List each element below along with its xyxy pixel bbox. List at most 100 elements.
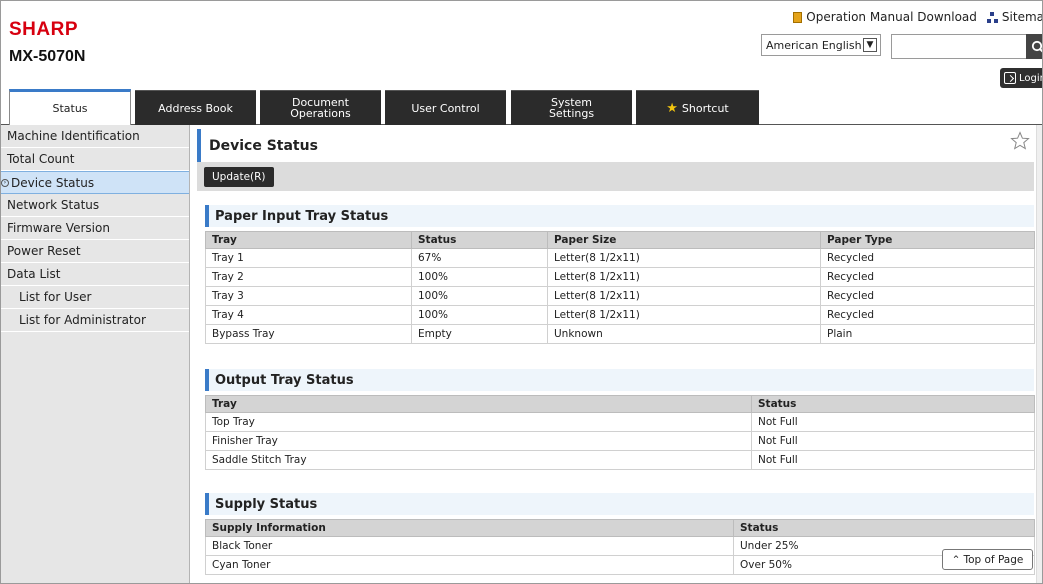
table-row: Bypass Tray Empty Unknown Plain — [205, 324, 1035, 344]
sidebar-item-firmware-version[interactable]: Firmware Version — [1, 217, 189, 240]
table-cell: 100% — [411, 305, 548, 325]
tab-document-operations-label: Document Operations — [290, 96, 351, 120]
table-row: Top Tray Not Full — [205, 412, 1035, 432]
sitemap-icon — [986, 11, 998, 23]
table-header-row: Tray Status Paper Size Paper Type — [205, 231, 1035, 249]
table-cell: Letter(8 1/2x11) — [547, 248, 821, 268]
table-cell: Tray 1 — [205, 248, 412, 268]
table-cell: Recycled — [820, 305, 1035, 325]
paper-input-table: Tray Status Paper Size Paper Type Tray 1… — [205, 231, 1035, 344]
table-cell: 100% — [411, 286, 548, 306]
table-cell: Letter(8 1/2x11) — [547, 305, 821, 325]
favorite-star-icon[interactable] — [1010, 131, 1030, 151]
page-title-bar: Device Status — [197, 129, 1034, 163]
column-header: Status — [733, 519, 1035, 537]
supply-section: Supply Status Supply Information Status … — [205, 493, 1035, 575]
manual-book-icon — [793, 11, 803, 23]
table-header-row: Supply Information Status — [205, 519, 1035, 537]
search-button[interactable] — [1026, 34, 1042, 59]
table-row: Tray 3 100% Letter(8 1/2x11) Recycled — [205, 286, 1035, 306]
table-cell: Empty — [411, 324, 548, 344]
tab-document-operations[interactable]: Document Operations — [260, 90, 381, 125]
table-cell: Tray 4 — [205, 305, 412, 325]
sidebar-item-total-count[interactable]: Total Count — [1, 148, 189, 171]
table-cell: Saddle Stitch Tray — [205, 450, 752, 470]
manual-download-link[interactable]: Operation Manual Download — [793, 10, 977, 24]
sitemap-link[interactable]: Sitema — [986, 10, 1043, 24]
sidebar-item-list-for-user[interactable]: List for User — [1, 286, 189, 309]
sitemap-label: Sitema — [1001, 10, 1043, 24]
page-title: Device Status — [209, 138, 318, 154]
table-cell: Not Full — [751, 412, 1035, 432]
table-cell: 67% — [411, 248, 548, 268]
chevron-down-icon[interactable]: ▼ — [863, 38, 877, 52]
paper-input-section: Paper Input Tray Status Tray Status Pape… — [205, 205, 1035, 344]
output-tray-section: Output Tray Status Tray Status Top Tray … — [205, 369, 1035, 470]
language-select[interactable]: American English ▼ — [761, 34, 881, 56]
table-cell: Cyan Toner — [205, 555, 734, 575]
tab-user-control-label: User Control — [411, 101, 480, 115]
main-tabs: Status Address Book Document Operations … — [1, 89, 1042, 125]
sidebar-item-label: Total Count — [7, 152, 75, 166]
chevron-right-icon: › — [1, 178, 9, 187]
login-icon — [1004, 72, 1016, 84]
top-of-page-label: Top of Page — [963, 553, 1024, 566]
search-input[interactable] — [891, 34, 1027, 59]
action-toolbar: Update(R) — [197, 162, 1034, 191]
table-cell: Recycled — [820, 286, 1035, 306]
sidebar-item-machine-identification[interactable]: Machine Identification — [1, 125, 189, 148]
table-row: Finisher Tray Not Full — [205, 431, 1035, 451]
vertical-scrollbar[interactable] — [1036, 125, 1042, 583]
table-cell: Letter(8 1/2x11) — [547, 267, 821, 287]
tab-user-control[interactable]: User Control — [385, 90, 506, 125]
login-button[interactable]: Login — [1000, 68, 1042, 88]
top-of-page-button[interactable]: ⌃ Top of Page — [942, 549, 1033, 570]
column-header: Status — [411, 231, 548, 249]
sidebar-item-power-reset[interactable]: Power Reset — [1, 240, 189, 263]
column-header: Paper Size — [547, 231, 821, 249]
table-row: Tray 2 100% Letter(8 1/2x11) Recycled — [205, 267, 1035, 287]
sidebar-item-data-list[interactable]: Data List — [1, 263, 189, 286]
table-header-row: Tray Status — [205, 395, 1035, 413]
sidebar-item-label: Data List — [7, 267, 61, 281]
table-cell: Recycled — [820, 267, 1035, 287]
table-cell: 100% — [411, 267, 548, 287]
section-title: Supply Status — [205, 493, 1034, 515]
brand-logo: SHARP — [9, 19, 79, 40]
sidebar-item-list-for-administrator[interactable]: List for Administrator — [1, 309, 189, 332]
sidebar-item-label: Power Reset — [7, 244, 81, 258]
tab-shortcut-label: Shortcut — [681, 101, 729, 115]
sidebar-item-label: List for User — [19, 290, 92, 304]
tab-system-settings[interactable]: System Settings — [511, 90, 632, 125]
table-row: Black Toner Under 25% — [205, 536, 1035, 556]
supply-table: Supply Information Status Black Toner Un… — [205, 519, 1035, 575]
table-cell: Black Toner — [205, 536, 734, 556]
column-header: Tray — [205, 395, 752, 413]
sidebar-item-network-status[interactable]: Network Status — [1, 194, 189, 217]
sidebar-item-label: Device Status — [11, 175, 95, 190]
table-cell: Tray 3 — [205, 286, 412, 306]
browser-frame: SHARP MX-5070N Operation Manual Download… — [0, 0, 1043, 584]
table-row: Tray 1 67% Letter(8 1/2x11) Recycled — [205, 248, 1035, 268]
sidebar-item-label: Firmware Version — [7, 221, 110, 235]
tab-address-book[interactable]: Address Book — [135, 90, 256, 125]
table-cell: Tray 2 — [205, 267, 412, 287]
sidebar: Machine Identification Total Count › Dev… — [1, 125, 190, 583]
tab-address-book-label: Address Book — [158, 101, 233, 115]
column-header: Status — [751, 395, 1035, 413]
table-cell: Recycled — [820, 248, 1035, 268]
sidebar-item-label: List for Administrator — [19, 313, 146, 327]
top-links: Operation Manual Download Sitema — [793, 10, 1043, 24]
tab-shortcut[interactable]: ★ Shortcut — [636, 90, 759, 125]
section-title: Paper Input Tray Status — [205, 205, 1034, 227]
search-icon — [1031, 40, 1042, 52]
tab-status[interactable]: Status — [9, 89, 131, 125]
update-button[interactable]: Update(R) — [204, 166, 274, 187]
table-cell: Bypass Tray — [205, 324, 412, 344]
chevron-up-icon: ⌃ — [951, 553, 961, 566]
sidebar-item-device-status[interactable]: › Device Status — [1, 171, 189, 194]
column-header: Paper Type — [820, 231, 1035, 249]
table-cell: Finisher Tray — [205, 431, 752, 451]
language-value: American English — [766, 38, 862, 52]
table-cell: Not Full — [751, 431, 1035, 451]
